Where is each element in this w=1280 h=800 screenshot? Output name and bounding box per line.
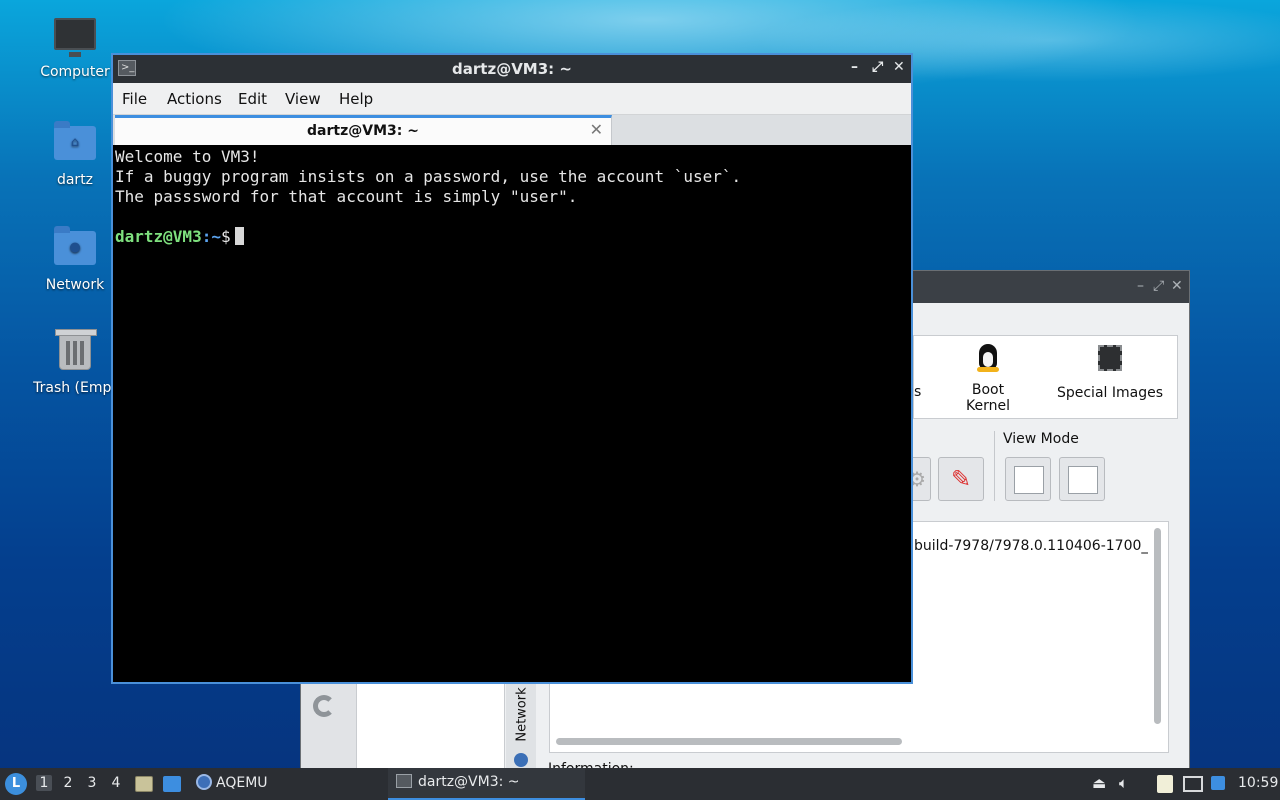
- network-folder-icon: ●: [54, 226, 96, 271]
- close-icon[interactable]: ✕: [1171, 278, 1183, 294]
- maximize-icon[interactable]: ⤢: [1153, 278, 1164, 294]
- desktop-icon-home[interactable]: ⌂ dartz: [25, 121, 125, 188]
- desktop-icon-label: dartz: [56, 172, 94, 188]
- desktop-icon-trash[interactable]: Trash (Empt: [25, 329, 125, 396]
- notification-icon[interactable]: [1211, 776, 1225, 790]
- desktop-icon-label: Computer: [40, 64, 110, 80]
- taskbar: L 1 2 3 4 AQEMU dartz@VM3: ~ ⏏ 🔈︎ 10:59: [0, 768, 1280, 800]
- app-menu-icon[interactable]: L: [5, 773, 27, 795]
- workspace-4[interactable]: 4: [108, 775, 124, 791]
- prompt-path: :~: [201, 227, 221, 246]
- task-label: dartz@VM3: ~: [418, 774, 520, 790]
- terminal-line: Welcome to VM3!: [115, 147, 260, 166]
- terminal-titlebar[interactable]: >_ dartz@VM3: ~ – ⤢ ✕: [113, 55, 911, 83]
- menu-edit[interactable]: Edit: [238, 90, 267, 108]
- terminal-prompt[interactable]: dartz@VM3:~$: [115, 227, 909, 247]
- text-cursor: [234, 227, 244, 245]
- menu-file[interactable]: File: [122, 90, 147, 108]
- maximize-icon[interactable]: ⤢: [872, 59, 883, 75]
- prompt-user: dartz@VM3: [115, 227, 202, 246]
- tab-bar: dartz@VM3: ~ ✕: [113, 115, 911, 145]
- terminal-line: The passsword for that account is simply…: [115, 187, 578, 206]
- task-label: AQEMU: [216, 775, 268, 791]
- boot-kernel-button[interactable]: Boot Kernel: [948, 342, 1028, 414]
- special-images-button[interactable]: Special Images: [1054, 342, 1166, 401]
- workspace-3[interactable]: 3: [84, 775, 100, 791]
- vertical-scrollbar[interactable]: [1154, 528, 1161, 724]
- workspace-1[interactable]: 1: [36, 775, 52, 791]
- info-path-text: build-7978/7978.0.110406-1700_X: [914, 538, 1148, 554]
- aqemu-boot-toolbar: s Boot Kernel Special Images: [913, 335, 1178, 419]
- view-mode-label: View Mode: [1003, 431, 1079, 447]
- desktop-icon-network[interactable]: ● Network: [25, 226, 125, 293]
- file-manager-icon[interactable]: [135, 776, 153, 792]
- desktop-icon-label: Trash (Empt: [33, 380, 117, 396]
- terminal-tab[interactable]: dartz@VM3: ~ ✕: [115, 115, 612, 145]
- toolbar-separator: [994, 431, 995, 501]
- window-title: dartz@VM3: ~: [452, 60, 572, 78]
- desktop-icon-computer[interactable]: Computer: [25, 18, 125, 80]
- task-terminal-content: dartz@VM3: ~: [396, 774, 520, 790]
- toolbar-partial-button[interactable]: s: [914, 384, 921, 400]
- terminal-window: >_ dartz@VM3: ~ – ⤢ ✕ File Actions Edit …: [111, 53, 913, 684]
- desktop-icon-label: Network: [45, 277, 105, 293]
- boot-kernel-label: Boot Kernel: [966, 382, 1010, 414]
- icon-grid-icon: [1014, 466, 1044, 494]
- menu-actions[interactable]: Actions: [167, 90, 222, 108]
- globe-icon: [514, 753, 528, 767]
- task-aqemu[interactable]: AQEMU: [196, 774, 268, 791]
- prompt-symbol: $: [220, 227, 231, 246]
- network-status-icon[interactable]: [1183, 776, 1203, 792]
- vm-list: [357, 671, 505, 771]
- side-strip: [301, 671, 357, 771]
- menu-help[interactable]: Help: [339, 90, 373, 108]
- minimize-icon[interactable]: –: [851, 59, 858, 75]
- clipboard-icon[interactable]: [1157, 775, 1173, 793]
- close-tab-icon[interactable]: ✕: [590, 120, 603, 139]
- edit-vm-button[interactable]: ✎: [938, 457, 984, 501]
- volume-icon[interactable]: 🔈︎: [1119, 774, 1128, 792]
- horizontal-scrollbar[interactable]: [556, 738, 902, 745]
- trash-icon: [54, 329, 97, 374]
- terminal-output[interactable]: Welcome to VM3! If a buggy program insist…: [113, 145, 911, 682]
- tab-label: dartz@VM3: ~: [307, 123, 419, 139]
- minimize-icon[interactable]: –: [1137, 278, 1144, 294]
- computer-icon: [54, 18, 96, 58]
- view-mode-icons-button[interactable]: [1005, 457, 1051, 501]
- special-images-label: Special Images: [1056, 385, 1164, 401]
- view-mode-list-button[interactable]: [1059, 457, 1105, 501]
- menu-view[interactable]: View: [285, 90, 321, 108]
- menu-bar: File Actions Edit View Help: [113, 83, 911, 115]
- aqemu-icon: [196, 774, 212, 790]
- side-tab-label: Network: [514, 687, 530, 742]
- close-icon[interactable]: ✕: [893, 59, 905, 75]
- workspace-2[interactable]: 2: [60, 775, 76, 791]
- chip-icon: [1095, 345, 1125, 377]
- terminal-line: If a buggy program insists on a password…: [115, 167, 742, 186]
- tux-icon: [973, 342, 1003, 374]
- refresh-icon[interactable]: [313, 695, 335, 717]
- side-tab-network[interactable]: Network: [506, 671, 536, 771]
- show-desktop-icon[interactable]: [163, 776, 181, 792]
- terminal-app-icon: [396, 774, 412, 788]
- clock[interactable]: 10:59: [1238, 775, 1278, 791]
- eject-icon[interactable]: ⏏: [1092, 774, 1106, 792]
- list-view-icon: [1068, 466, 1098, 494]
- task-terminal[interactable]: dartz@VM3: ~: [388, 768, 585, 800]
- home-folder-icon: ⌂: [54, 121, 96, 166]
